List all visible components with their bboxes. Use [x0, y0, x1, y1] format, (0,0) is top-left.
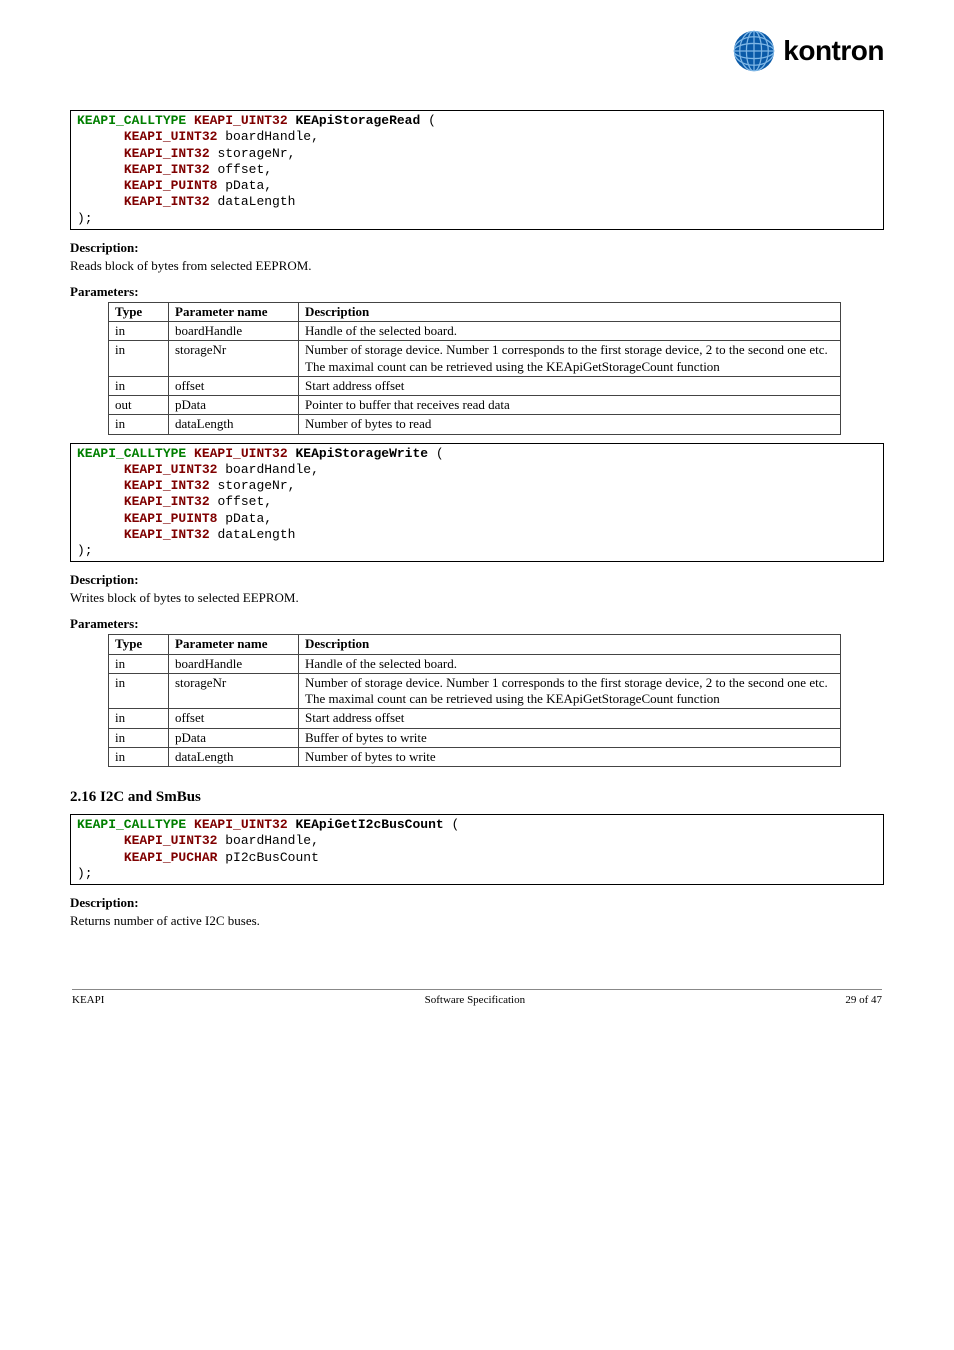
code-token: KEAPI_UINT32	[124, 129, 218, 144]
code-block-storage-read: KEAPI_CALLTYPE KEAPI_UINT32 KEApiStorage…	[70, 110, 884, 230]
code-token: KEAPI_CALLTYPE	[77, 817, 186, 832]
code-param: storageNr	[217, 146, 287, 161]
description-text: Writes block of bytes to selected EEPROM…	[70, 590, 884, 606]
footer-right: 29 of 47	[845, 994, 882, 1006]
code-param: boardHandle	[225, 462, 311, 477]
code-token: KEAPI_INT32	[124, 494, 210, 509]
code-token: KEAPI_UINT32	[124, 833, 218, 848]
table-header: Parameter name	[169, 302, 299, 321]
table-row: instorageNrNumber of storage device. Num…	[109, 673, 841, 709]
code-param: dataLength	[217, 527, 295, 542]
section-heading-i2c: 2.16 I2C and SmBus	[70, 789, 884, 806]
table-row: indataLengthNumber of bytes to read	[109, 415, 841, 434]
code-param: offset	[217, 494, 264, 509]
code-token: KEAPI_INT32	[124, 146, 210, 161]
document-page: kontron KEAPI_CALLTYPE KEAPI_UINT32 KEAp…	[0, 0, 954, 1046]
brand-name: kontron	[783, 35, 884, 67]
parameters-table: Type Parameter name Description inboardH…	[108, 302, 841, 435]
code-token: KEAPI_UINT32	[194, 817, 288, 832]
table-row: indataLengthNumber of bytes to write	[109, 747, 841, 766]
table-header: Description	[299, 302, 841, 321]
code-token: KEAPI_INT32	[124, 194, 210, 209]
table-header-row: Type Parameter name Description	[109, 302, 841, 321]
footer-left: KEAPI	[72, 994, 104, 1006]
code-fn-name: KEApiGetI2cBusCount	[295, 817, 443, 832]
code-token: KEAPI_PUINT8	[124, 178, 218, 193]
code-token: KEAPI_UINT32	[194, 446, 288, 461]
code-param: boardHandle	[225, 129, 311, 144]
description-text: Reads block of bytes from selected EEPRO…	[70, 258, 884, 274]
code-fn-name: KEApiStorageWrite	[295, 446, 428, 461]
table-header: Type	[109, 302, 169, 321]
kontron-globe-icon	[733, 30, 775, 72]
table-row: outpDataPointer to buffer that receives …	[109, 396, 841, 415]
table-header: Type	[109, 635, 169, 654]
code-token: KEAPI_CALLTYPE	[77, 446, 186, 461]
table-header: Parameter name	[169, 635, 299, 654]
code-param: dataLength	[217, 194, 295, 209]
code-param: pData	[225, 511, 264, 526]
description-label: Description:	[70, 895, 884, 911]
brand-logo: kontron	[733, 30, 884, 72]
description-label: Description:	[70, 572, 884, 588]
description-text: Returns number of active I2C buses.	[70, 913, 884, 929]
table-row: instorageNrNumber of storage device. Num…	[109, 341, 841, 377]
footer-center: Software Specification	[425, 994, 526, 1006]
code-token: KEAPI_UINT32	[194, 113, 288, 128]
code-param: storageNr	[217, 478, 287, 493]
code-fn-name: KEApiStorageRead	[295, 113, 420, 128]
table-header: Description	[299, 635, 841, 654]
parameters-label: Parameters:	[70, 284, 884, 300]
code-block-storage-write: KEAPI_CALLTYPE KEAPI_UINT32 KEApiStorage…	[70, 443, 884, 563]
table-row: inboardHandleHandle of the selected boar…	[109, 322, 841, 341]
code-param: boardHandle	[225, 833, 311, 848]
parameters-table: Type Parameter name Description inboardH…	[108, 634, 841, 767]
table-row: inboardHandleHandle of the selected boar…	[109, 654, 841, 673]
code-token: KEAPI_UINT32	[124, 462, 218, 477]
code-token: KEAPI_PUINT8	[124, 511, 218, 526]
code-block-get-i2c-bus-count: KEAPI_CALLTYPE KEAPI_UINT32 KEApiGetI2cB…	[70, 814, 884, 885]
table-header-row: Type Parameter name Description	[109, 635, 841, 654]
description-label: Description:	[70, 240, 884, 256]
table-row: inpDataBuffer of bytes to write	[109, 728, 841, 747]
page-footer: KEAPI Software Specification 29 of 47	[70, 989, 884, 1006]
table-row: inoffsetStart address offset	[109, 709, 841, 728]
code-token: KEAPI_INT32	[124, 478, 210, 493]
code-param: offset	[217, 162, 264, 177]
code-token: KEAPI_INT32	[124, 162, 210, 177]
table-row: inoffsetStart address offset	[109, 376, 841, 395]
code-token: KEAPI_CALLTYPE	[77, 113, 186, 128]
code-param: pI2cBusCount	[225, 850, 319, 865]
code-param: pData	[225, 178, 264, 193]
parameters-label: Parameters:	[70, 616, 884, 632]
code-token: KEAPI_PUCHAR	[124, 850, 218, 865]
code-token: KEAPI_INT32	[124, 527, 210, 542]
